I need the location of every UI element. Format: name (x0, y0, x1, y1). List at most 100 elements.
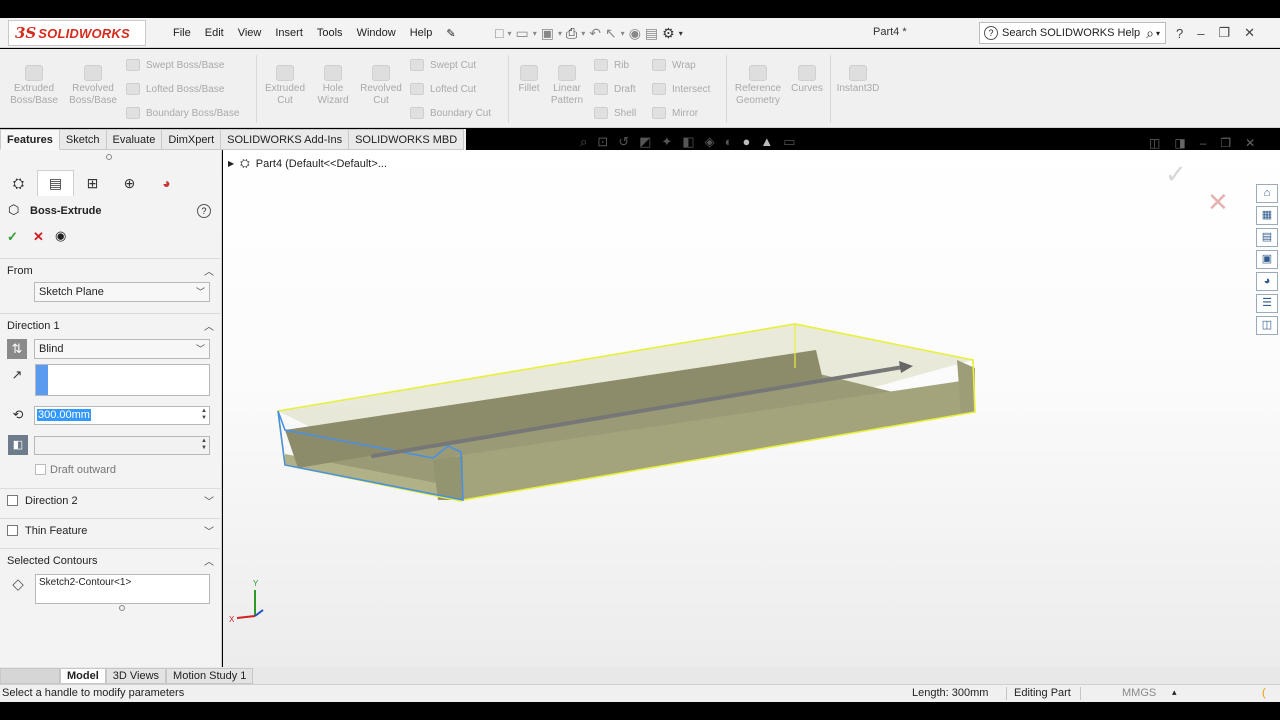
direction2-section-header[interactable]: Direction 2 ﹀ (0, 488, 222, 512)
selected-contours-section-header[interactable]: Selected Contours ︿ (0, 548, 222, 572)
print-icon[interactable]: ⎙ (566, 25, 577, 42)
panel-resize-handle[interactable] (106, 154, 112, 160)
tab-3d-views[interactable]: 3D Views (105, 668, 167, 684)
wrap-button[interactable]: Wrap (652, 59, 696, 71)
draft-angle-input[interactable]: ▲ ▼ (34, 436, 210, 455)
property-manager-tab-icon[interactable]: ▤ (37, 170, 74, 196)
thin-feature-section-header[interactable]: Thin Feature ﹀ (0, 518, 222, 542)
menu-view[interactable]: View (231, 27, 269, 39)
shell-button[interactable]: Shell (594, 107, 636, 119)
boundary-cut-button[interactable]: Boundary Cut (410, 107, 491, 119)
configuration-manager-tab-icon[interactable]: ⊞ (74, 170, 111, 196)
confirm-cancel-icon[interactable]: ✕ (1207, 188, 1229, 218)
tab-sketch[interactable]: Sketch (59, 129, 107, 150)
apply-scene-icon[interactable]: ▲ (760, 134, 773, 152)
reference-geometry-button[interactable]: Reference Geometry (732, 65, 784, 107)
dimxpert-manager-tab-icon[interactable]: ⊕ (111, 170, 148, 196)
zoom-to-area-icon[interactable]: ⊡ (597, 134, 608, 152)
lofted-cut-button[interactable]: Lofted Cut (410, 83, 476, 95)
draft-on-off-icon[interactable]: ◧ (8, 435, 28, 455)
print-dropdown-icon[interactable]: ▾ (581, 29, 585, 38)
expand-arrow-icon[interactable]: ▶ (228, 159, 234, 168)
tab-solidworks-add-ins[interactable]: SOLIDWORKS Add-Ins (221, 129, 350, 150)
search-icon[interactable]: ⌕ (1146, 25, 1154, 42)
edit-appearance-icon[interactable]: ● (742, 134, 750, 152)
viewport-minimize-icon[interactable]: – (1200, 136, 1207, 150)
forum-icon[interactable]: ◫ (1256, 316, 1278, 335)
curves-button[interactable]: Curves (788, 65, 826, 95)
zoom-to-fit-icon[interactable]: ⌕ (580, 134, 587, 152)
hole-wizard-button[interactable]: Hole Wizard (312, 65, 354, 107)
list-resize-handle[interactable] (119, 605, 125, 611)
intersect-button[interactable]: Intersect (652, 83, 710, 95)
display-style-icon[interactable]: ◈ (705, 134, 715, 152)
viewport-close-icon[interactable]: ✕ (1245, 136, 1255, 150)
depth-input[interactable]: 300.00mm ▲ ▼ (34, 406, 210, 425)
fillet-button[interactable]: Fillet (514, 65, 544, 95)
view-settings-icon[interactable]: ▭ (783, 134, 795, 152)
boundary-boss-button[interactable]: Boundary Boss/Base (126, 107, 239, 119)
design-library-icon[interactable]: ▦ (1256, 206, 1278, 225)
revolved-boss-button[interactable]: Revolved Boss/Base (66, 65, 120, 107)
close-icon[interactable]: ✕ (1244, 25, 1255, 41)
select-dropdown-icon[interactable]: ▾ (621, 29, 625, 38)
select-icon[interactable]: ↖ (605, 25, 617, 42)
help-search-box[interactable]: ? Search SOLIDWORKS Help ⌕ ▾ (979, 22, 1166, 44)
file-explorer-icon[interactable]: ▤ (1256, 228, 1278, 247)
direction1-section-header[interactable]: Direction 1 ︿ (0, 313, 222, 337)
tab-scroll-arrows[interactable] (0, 668, 60, 684)
confirm-check-icon[interactable]: ✓ (1165, 160, 1187, 190)
open-dropdown-icon[interactable]: ▾ (533, 29, 537, 38)
mirror-button[interactable]: Mirror (652, 107, 698, 119)
cancel-x-icon[interactable]: ✕ (33, 229, 44, 245)
revolved-cut-button[interactable]: Revolved Cut (358, 65, 404, 107)
rebuild-icon[interactable]: ◉ (629, 25, 641, 42)
draft-button[interactable]: Draft (594, 83, 636, 95)
new-icon[interactable]: □ (495, 25, 503, 41)
viewport-collapse-icon[interactable]: ◫ (1149, 136, 1160, 150)
solidworks-logo[interactable]: 3S SOLIDWORKS (8, 20, 146, 46)
tab-model[interactable]: Model (60, 668, 106, 684)
spin-arrows-icon[interactable]: ▲ ▼ (201, 438, 207, 452)
hide-show-items-icon[interactable]: ◐ (725, 134, 733, 152)
lofted-boss-button[interactable]: Lofted Boss/Base (126, 83, 224, 95)
from-select[interactable]: Sketch Plane ﹀ (34, 282, 210, 302)
preview-eye-icon[interactable]: ◉ (55, 228, 66, 244)
end-condition-select[interactable]: Blind ﹀ (34, 339, 210, 359)
tab-solidworks-mbd[interactable]: SOLIDWORKS MBD (349, 129, 465, 150)
view-palette-icon[interactable]: ▣ (1256, 250, 1278, 269)
tab-features[interactable]: Features (0, 129, 60, 150)
custom-properties-icon[interactable]: ☰ (1256, 294, 1278, 313)
help-icon[interactable]: ? (197, 204, 211, 218)
restore-icon[interactable]: ❐ (1218, 25, 1230, 41)
direction2-checkbox[interactable] (7, 495, 18, 506)
tab-motion-study-1[interactable]: Motion Study 1 (166, 668, 254, 684)
instant3d-button[interactable]: Instant3D (834, 65, 882, 95)
selected-contours-list[interactable]: Sketch2-Contour<1> (35, 574, 210, 604)
graphics-area[interactable]: Y X ✓ ✕ (223, 150, 1280, 667)
options-dropdown-icon[interactable]: ▾ (679, 29, 683, 38)
dynamic-annotation-icon[interactable]: ✦ (661, 134, 672, 152)
save-icon[interactable]: ▣ (541, 25, 554, 42)
menu-window[interactable]: Window (350, 27, 403, 39)
units-selector[interactable]: MMGS (1122, 687, 1156, 699)
direction-vector-field[interactable] (35, 364, 210, 396)
reverse-direction-icon[interactable]: ⇅ (7, 339, 27, 359)
tab-evaluate[interactable]: Evaluate (106, 129, 163, 150)
view-orientation-icon[interactable]: ◧ (682, 134, 694, 152)
minimize-icon[interactable]: – (1197, 26, 1204, 41)
new-dropdown-icon[interactable]: ▾ (507, 29, 511, 38)
file-properties-icon[interactable]: ▤ (645, 25, 658, 42)
viewport-restore-icon[interactable]: ❐ (1220, 136, 1231, 150)
help-question-icon[interactable]: ? (1176, 26, 1183, 41)
viewport-expand-icon[interactable]: ◨ (1174, 136, 1185, 150)
appearances-icon[interactable]: ◕ (1256, 272, 1278, 291)
swept-boss-button[interactable]: Swept Boss/Base (126, 59, 224, 71)
menu-help[interactable]: Help (403, 27, 440, 39)
from-section-header[interactable]: From ︿ (0, 258, 222, 282)
menu-file[interactable]: File (166, 27, 198, 39)
search-dropdown-icon[interactable]: ▾ (1156, 29, 1160, 38)
save-dropdown-icon[interactable]: ▾ (558, 29, 562, 38)
open-icon[interactable]: ▭ (515, 25, 528, 42)
linear-pattern-button[interactable]: Linear Pattern (546, 65, 588, 107)
